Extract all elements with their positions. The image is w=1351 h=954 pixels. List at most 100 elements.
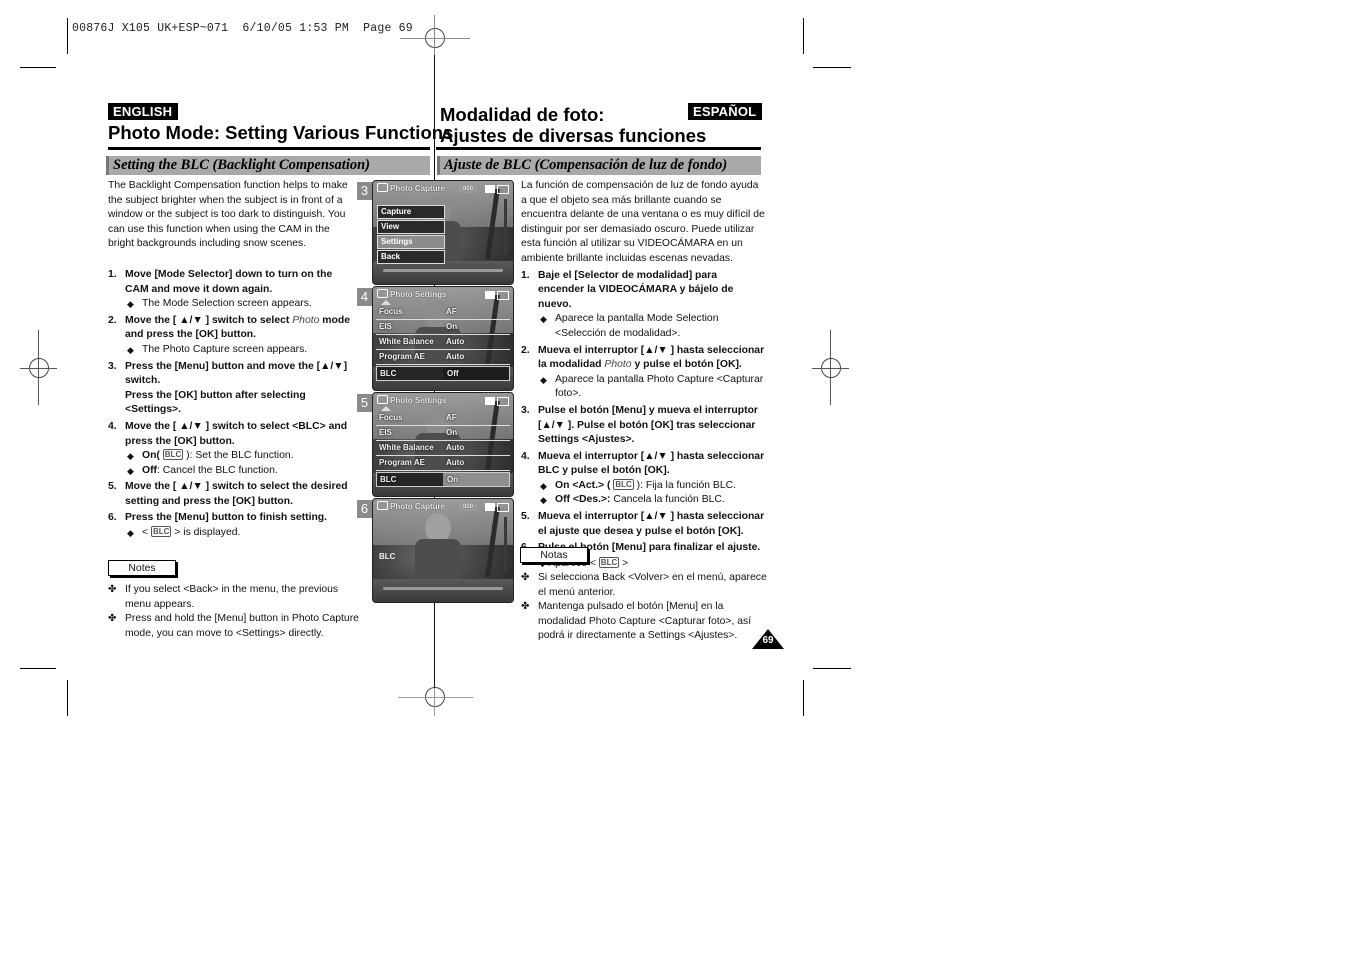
crop-mark — [20, 67, 56, 68]
language-badge-english: ENGLISH — [108, 103, 179, 120]
section-heading-spanish: Ajuste de BLC (Compensación de luz de fo… — [437, 156, 761, 175]
crop-mark — [813, 67, 851, 68]
osd-header: Photo Capture 800 — [377, 501, 509, 513]
memory-card-icon — [485, 185, 495, 193]
language-badge-spanish: ESPAÑOL — [688, 103, 763, 120]
note-item: ✤ Press and hold the [Menu] button in Pho… — [108, 613, 359, 639]
osd-header: Photo Capture 800 — [377, 183, 509, 195]
blc-indicator-icon: BLC — [379, 552, 396, 561]
clover-bullet-icon: ✤ — [521, 601, 530, 613]
diamond-bullet-icon: ◆ — [127, 344, 134, 355]
camera-icon — [377, 395, 388, 404]
bullet: ◆ Aparece la pantalla Mode Selection <Sel… — [540, 313, 719, 339]
blc-icon: BLC — [613, 478, 634, 490]
setting-row-focus[interactable]: Focus AF — [376, 305, 510, 320]
step-4: 4. Mueva el interruptor [▲/▼ ] hasta sel… — [521, 450, 765, 508]
resolution-indicator: 800 — [459, 503, 477, 511]
step-2: 2. Mueva el interruptor [▲/▼ ] hasta sel… — [521, 344, 765, 402]
crop-mark — [67, 680, 68, 716]
battery-icon — [497, 503, 509, 512]
bullet-off: ◆ Off <Des.>: Cancela la función BLC. — [539, 493, 765, 508]
diamond-bullet-icon: ◆ — [127, 451, 134, 462]
menu-item-back[interactable]: Back — [377, 250, 445, 264]
step-2: 2. Move the [ ▲/▼ ] switch to select Pho… — [108, 314, 358, 358]
step-1: 1. Move [Mode Selector] down to turn on … — [108, 268, 358, 312]
menu-item-settings[interactable]: Settings — [377, 235, 445, 249]
camera-screen-photo-settings-off: Photo Settings Focus AF EIS On White Balan… — [372, 286, 514, 391]
memory-card-icon — [485, 291, 495, 299]
spanish-column: La función de compensación de luz de fon… — [521, 179, 765, 571]
bullet: ◆ The Mode Selection screen appears. — [126, 297, 358, 312]
notes-label-english: Notes — [108, 560, 176, 576]
screen-step-number: 3 — [357, 182, 372, 200]
diamond-bullet-icon: ◆ — [127, 465, 134, 476]
english-column: The Backlight Compensation function help… — [108, 179, 358, 541]
setting-row-program-ae[interactable]: Program AE Auto — [376, 350, 510, 365]
crop-mark — [20, 668, 56, 669]
bullet: ◆ Aparece la pantalla Photo Capture <Capt… — [540, 373, 764, 400]
blc-icon: BLC — [598, 556, 620, 568]
intro-paragraph: The Backlight Compensation function help… — [108, 180, 348, 250]
setting-row-white-balance[interactable]: White Balance Auto — [376, 441, 510, 456]
diamond-bullet-icon: ◆ — [127, 528, 134, 539]
battery-icon — [497, 397, 509, 406]
settings-list: Focus AF EIS On White Balance Auto Program … — [376, 305, 510, 381]
setting-row-eis[interactable]: EIS On — [376, 426, 510, 441]
notes-english: ✤ If you select <Back> in the menu, the p… — [108, 583, 363, 641]
menu-item-view[interactable]: View — [377, 220, 445, 234]
setting-row-eis[interactable]: EIS On — [376, 320, 510, 335]
resolution-indicator: 800 — [459, 185, 477, 193]
step-4: 4. Move the [ ▲/▼ ] switch to select <BL… — [108, 420, 358, 478]
crop-mark — [67, 18, 68, 54]
menu-item-capture[interactable]: Capture — [377, 205, 445, 219]
bullet-off: ◆ Off: Cancel the BLC function. — [126, 464, 358, 479]
diamond-bullet-icon: ◆ — [127, 299, 134, 310]
battery-icon — [497, 291, 509, 300]
step-6: 6. Press the [Menu] button to finish set… — [108, 511, 358, 540]
setting-row-program-ae[interactable]: Program AE Auto — [376, 456, 510, 471]
notes-spanish: ✤ Si selecciona Back <Volver> en el menú,… — [521, 571, 771, 644]
diamond-bullet-icon: ◆ — [540, 495, 547, 506]
camera-icon — [377, 501, 388, 510]
osd-header: Photo Settings — [377, 289, 509, 301]
page-number: 69 — [762, 635, 774, 646]
page-title-spanish-line1: Modalidad de foto: — [440, 104, 605, 125]
notes-label-spanish: Notas — [520, 547, 588, 563]
diamond-bullet-icon: ◆ — [540, 314, 547, 325]
step-5: 5. Move the [ ▲/▼ ] switch to select the… — [108, 481, 348, 507]
intro-paragraph: La función de compensación de luz de fon… — [521, 180, 765, 264]
setting-row-white-balance[interactable]: White Balance Auto — [376, 335, 510, 350]
clover-bullet-icon: ✤ — [108, 584, 117, 595]
setting-row-blc[interactable]: BLC Off — [376, 366, 510, 381]
diamond-bullet-icon: ◆ — [540, 480, 547, 491]
step-3: 3. Pulse el botón [Menu] y mueva el inte… — [521, 404, 758, 446]
bullet-on: ◆ On <Act.> ( BLC ): Fija la función BLC. — [539, 478, 765, 494]
settings-list: Focus AF EIS On White Balance Auto Program … — [376, 411, 510, 487]
title-rule-spanish — [436, 147, 761, 150]
crop-mark — [813, 668, 851, 669]
page-title-spanish: Modalidad de foto: Ajustes de diversas f… — [440, 104, 706, 146]
setting-row-focus[interactable]: Focus AF — [376, 411, 510, 426]
bullet: ◆ < BLC > is displayed. — [126, 526, 358, 541]
memory-card-icon — [485, 397, 495, 405]
page-title-spanish-line2: Ajustes de diversas funciones — [440, 125, 707, 146]
photo-capture-menu: Capture View Settings Back — [377, 205, 445, 265]
step-1: 1. Baje el [Selector de modalidad] para … — [521, 269, 765, 342]
memory-card-icon — [485, 503, 495, 511]
setting-row-blc[interactable]: BLC On — [376, 472, 510, 487]
screen-step-number: 6 — [357, 500, 372, 518]
camera-screen-photo-settings-on: Photo Settings Focus AF EIS On White Balan… — [372, 392, 514, 497]
osd-header: Photo Settings — [377, 395, 509, 407]
step-3: 3. Press the [Menu] button and move the … — [108, 360, 348, 416]
camera-icon — [377, 183, 388, 192]
clover-bullet-icon: ✤ — [521, 572, 530, 583]
screen-step-number: 4 — [357, 288, 372, 306]
diamond-bullet-icon: ◆ — [540, 374, 547, 385]
bullet-on: ◆ On( BLC ): Set the BLC function. — [126, 449, 358, 464]
note-item: ✤ If you select <Back> in the menu, the p… — [108, 584, 339, 610]
bullet: ◆ The Photo Capture screen appears. — [126, 343, 358, 358]
camera-screen-photo-capture-menu: Photo Capture 800 Capture View Settings B… — [372, 180, 514, 285]
title-rule-english — [108, 147, 430, 150]
screen-step-number: 5 — [357, 394, 372, 412]
section-heading-english: Setting the BLC (Backlight Compensation) — [106, 156, 430, 175]
